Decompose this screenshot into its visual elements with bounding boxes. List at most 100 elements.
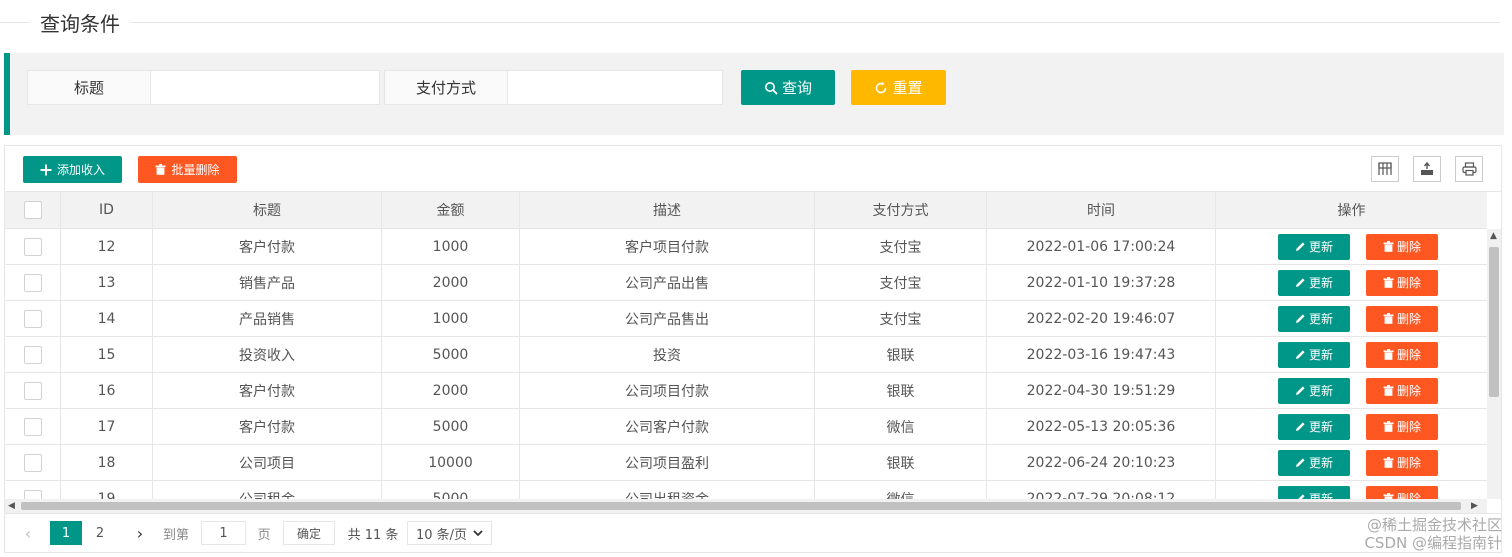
row-time: 2022-06-24 20:10:23	[987, 445, 1216, 480]
header-amount[interactable]: 金额	[382, 192, 520, 228]
payment-input[interactable]	[508, 70, 723, 105]
row-title: 销售产品	[153, 265, 382, 300]
row-description: 客户项目付款	[520, 229, 815, 264]
row-description: 公司产品售出	[520, 301, 815, 336]
update-label: 更新	[1308, 348, 1333, 362]
update-button[interactable]: 更新	[1278, 449, 1350, 476]
row-description: 投资	[520, 337, 815, 372]
row-actions: 更新 删除	[1216, 301, 1487, 336]
row-checkbox[interactable]	[23, 273, 42, 292]
row-checkbox[interactable]	[23, 345, 42, 364]
table-row: 19 公司租金 5000 公司出租资金 微信 2022-07-29 20:08:…	[5, 481, 1487, 499]
export-icon[interactable]	[1413, 156, 1441, 182]
delete-button[interactable]: 删除	[1366, 305, 1438, 332]
page-1[interactable]: 1	[50, 521, 82, 545]
delete-button[interactable]: 删除	[1366, 413, 1438, 440]
trash-icon	[1383, 457, 1394, 468]
header-description[interactable]: 描述	[520, 192, 815, 228]
delete-button[interactable]: 删除	[1366, 341, 1438, 368]
title-input[interactable]	[151, 70, 380, 105]
header-title[interactable]: 标题	[153, 192, 382, 228]
row-actions: 更新 删除	[1216, 337, 1487, 372]
page-2[interactable]: 2	[88, 521, 112, 545]
prev-page-icon[interactable]: ‹	[21, 521, 35, 545]
scroll-left-icon[interactable]: ◀	[8, 501, 15, 511]
select-all-checkbox[interactable]	[23, 201, 42, 219]
header-select-all	[5, 192, 61, 228]
search-icon	[764, 81, 778, 95]
row-actions: 更新 删除	[1216, 229, 1487, 264]
row-id: 15	[61, 337, 153, 372]
delete-label: 删除	[1396, 456, 1421, 470]
legend-divider	[0, 22, 1500, 23]
row-amount: 10000	[382, 445, 520, 480]
row-checkbox[interactable]	[23, 237, 42, 256]
scroll-up-icon[interactable]: ▲	[1490, 231, 1497, 241]
query-legend-title: 查询条件	[30, 8, 130, 37]
update-button[interactable]: 更新	[1278, 305, 1350, 332]
update-button[interactable]: 更新	[1278, 485, 1350, 499]
delete-label: 删除	[1396, 348, 1421, 362]
update-button[interactable]: 更新	[1278, 341, 1350, 368]
update-button[interactable]: 更新	[1278, 413, 1350, 440]
goto-confirm-button[interactable]: 确定	[283, 521, 335, 545]
goto-label: 到第	[162, 527, 189, 543]
row-actions: 更新 删除	[1216, 265, 1487, 300]
row-description: 公司项目盈利	[520, 445, 815, 480]
row-payment: 支付宝	[815, 301, 987, 336]
row-select	[5, 373, 61, 408]
row-amount: 1000	[382, 301, 520, 336]
row-checkbox[interactable]	[23, 453, 42, 472]
page-size-select[interactable]: 10 条/页	[407, 521, 492, 545]
search-button-label: 查询	[781, 79, 812, 97]
row-time: 2022-04-30 19:51:29	[987, 373, 1216, 408]
title-field: 标题	[27, 70, 380, 105]
horizontal-scrollbar[interactable]: ◀ ▶	[5, 499, 1487, 513]
row-payment: 银联	[815, 337, 987, 372]
row-id: 16	[61, 373, 153, 408]
delete-button[interactable]: 删除	[1366, 377, 1438, 404]
update-button[interactable]: 更新	[1278, 269, 1350, 296]
row-payment: 银联	[815, 445, 987, 480]
update-label: 更新	[1308, 492, 1333, 499]
delete-label: 删除	[1396, 420, 1421, 434]
horizontal-scroll-thumb[interactable]	[21, 502, 1461, 510]
vertical-scroll-thumb[interactable]	[1489, 247, 1499, 397]
row-checkbox[interactable]	[23, 381, 42, 400]
header-time[interactable]: 时间	[987, 192, 1216, 228]
delete-button[interactable]: 删除	[1366, 233, 1438, 260]
delete-button[interactable]: 删除	[1366, 449, 1438, 476]
edit-icon	[1295, 242, 1305, 251]
update-label: 更新	[1308, 312, 1333, 326]
scroll-right-icon[interactable]: ▶	[1471, 501, 1478, 511]
watermark-line-2: CSDN @编程指南针	[1364, 534, 1502, 552]
header-payment[interactable]: 支付方式	[815, 192, 987, 228]
delete-button[interactable]: 删除	[1366, 269, 1438, 296]
next-page-icon[interactable]: ›	[133, 521, 147, 545]
edit-icon	[1295, 386, 1305, 395]
batch-delete-button[interactable]: 批量删除	[138, 156, 237, 183]
edit-icon	[1295, 314, 1305, 323]
update-button[interactable]: 更新	[1278, 233, 1350, 260]
row-title: 公司项目	[153, 445, 382, 480]
print-icon[interactable]	[1455, 156, 1483, 182]
data-table: 添加收入 批量删除 ID 标题 金额 描述 支付方式 时间 操作 12 客户付款…	[4, 145, 1502, 553]
row-checkbox[interactable]	[23, 417, 42, 436]
payment-label: 支付方式	[384, 70, 508, 105]
header-id[interactable]: ID	[61, 192, 153, 228]
add-income-button[interactable]: 添加收入	[23, 156, 122, 183]
search-button[interactable]: 查询	[741, 70, 835, 105]
delete-button[interactable]: 删除	[1366, 485, 1438, 499]
row-time: 2022-01-10 19:37:28	[987, 265, 1216, 300]
table-body: 12 客户付款 1000 客户项目付款 支付宝 2022-01-06 17:00…	[5, 229, 1487, 499]
reset-button[interactable]: 重置	[851, 70, 946, 105]
update-button[interactable]: 更新	[1278, 377, 1350, 404]
row-checkbox[interactable]	[23, 309, 42, 328]
columns-icon[interactable]	[1371, 156, 1399, 182]
row-select	[5, 229, 61, 264]
goto-page-input[interactable]: 1	[201, 521, 246, 545]
row-checkbox[interactable]	[23, 489, 42, 499]
vertical-scrollbar[interactable]: ▲	[1487, 229, 1501, 499]
title-label: 标题	[27, 70, 151, 105]
trash-icon	[1383, 421, 1394, 432]
